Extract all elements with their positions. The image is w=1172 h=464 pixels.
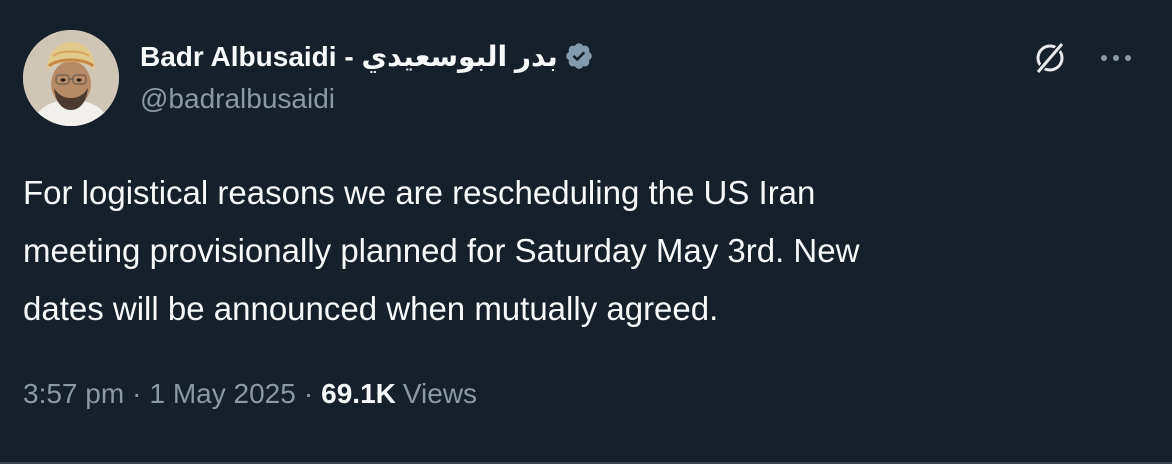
verified-badge-icon[interactable] [564, 41, 594, 71]
more-horizontal-icon [1101, 55, 1131, 61]
tweet-text-line: meeting provisionally planned for Saturd… [23, 232, 860, 269]
meta-separator: · [132, 378, 142, 409]
author-name-row: Badr Albusaidi - بدر البوسعيدي [140, 36, 594, 76]
grok-slash-circle-icon [1035, 42, 1065, 74]
tweet-card: Badr Albusaidi - بدر البوسعيدي @badralbu… [0, 0, 1172, 464]
views-label: Views [402, 378, 478, 409]
meta-separator: · [303, 378, 314, 409]
tweet-text: For logistical reasons we are rescheduli… [23, 164, 1133, 338]
tweet-date[interactable]: 1 May 2025 [150, 378, 296, 410]
tweet-meta: 3:57 pm · 1 May 2025 · 69.1K Views [23, 378, 477, 410]
tweet-time[interactable]: 3:57 pm [23, 378, 124, 410]
tweet-text-line: dates will be announced when mutually ag… [23, 290, 719, 327]
avatar[interactable] [23, 30, 119, 126]
views-count: 69.1K [321, 378, 396, 409]
author-display-name[interactable]: Badr Albusaidi - بدر البوسعيدي [140, 40, 558, 73]
more-options-button[interactable] [1096, 38, 1136, 78]
author-handle[interactable]: @badralbusaidi [140, 83, 335, 115]
avatar-image [23, 30, 119, 126]
tweet-text-line: For logistical reasons we are rescheduli… [23, 174, 816, 211]
grok-button[interactable] [1030, 38, 1070, 78]
